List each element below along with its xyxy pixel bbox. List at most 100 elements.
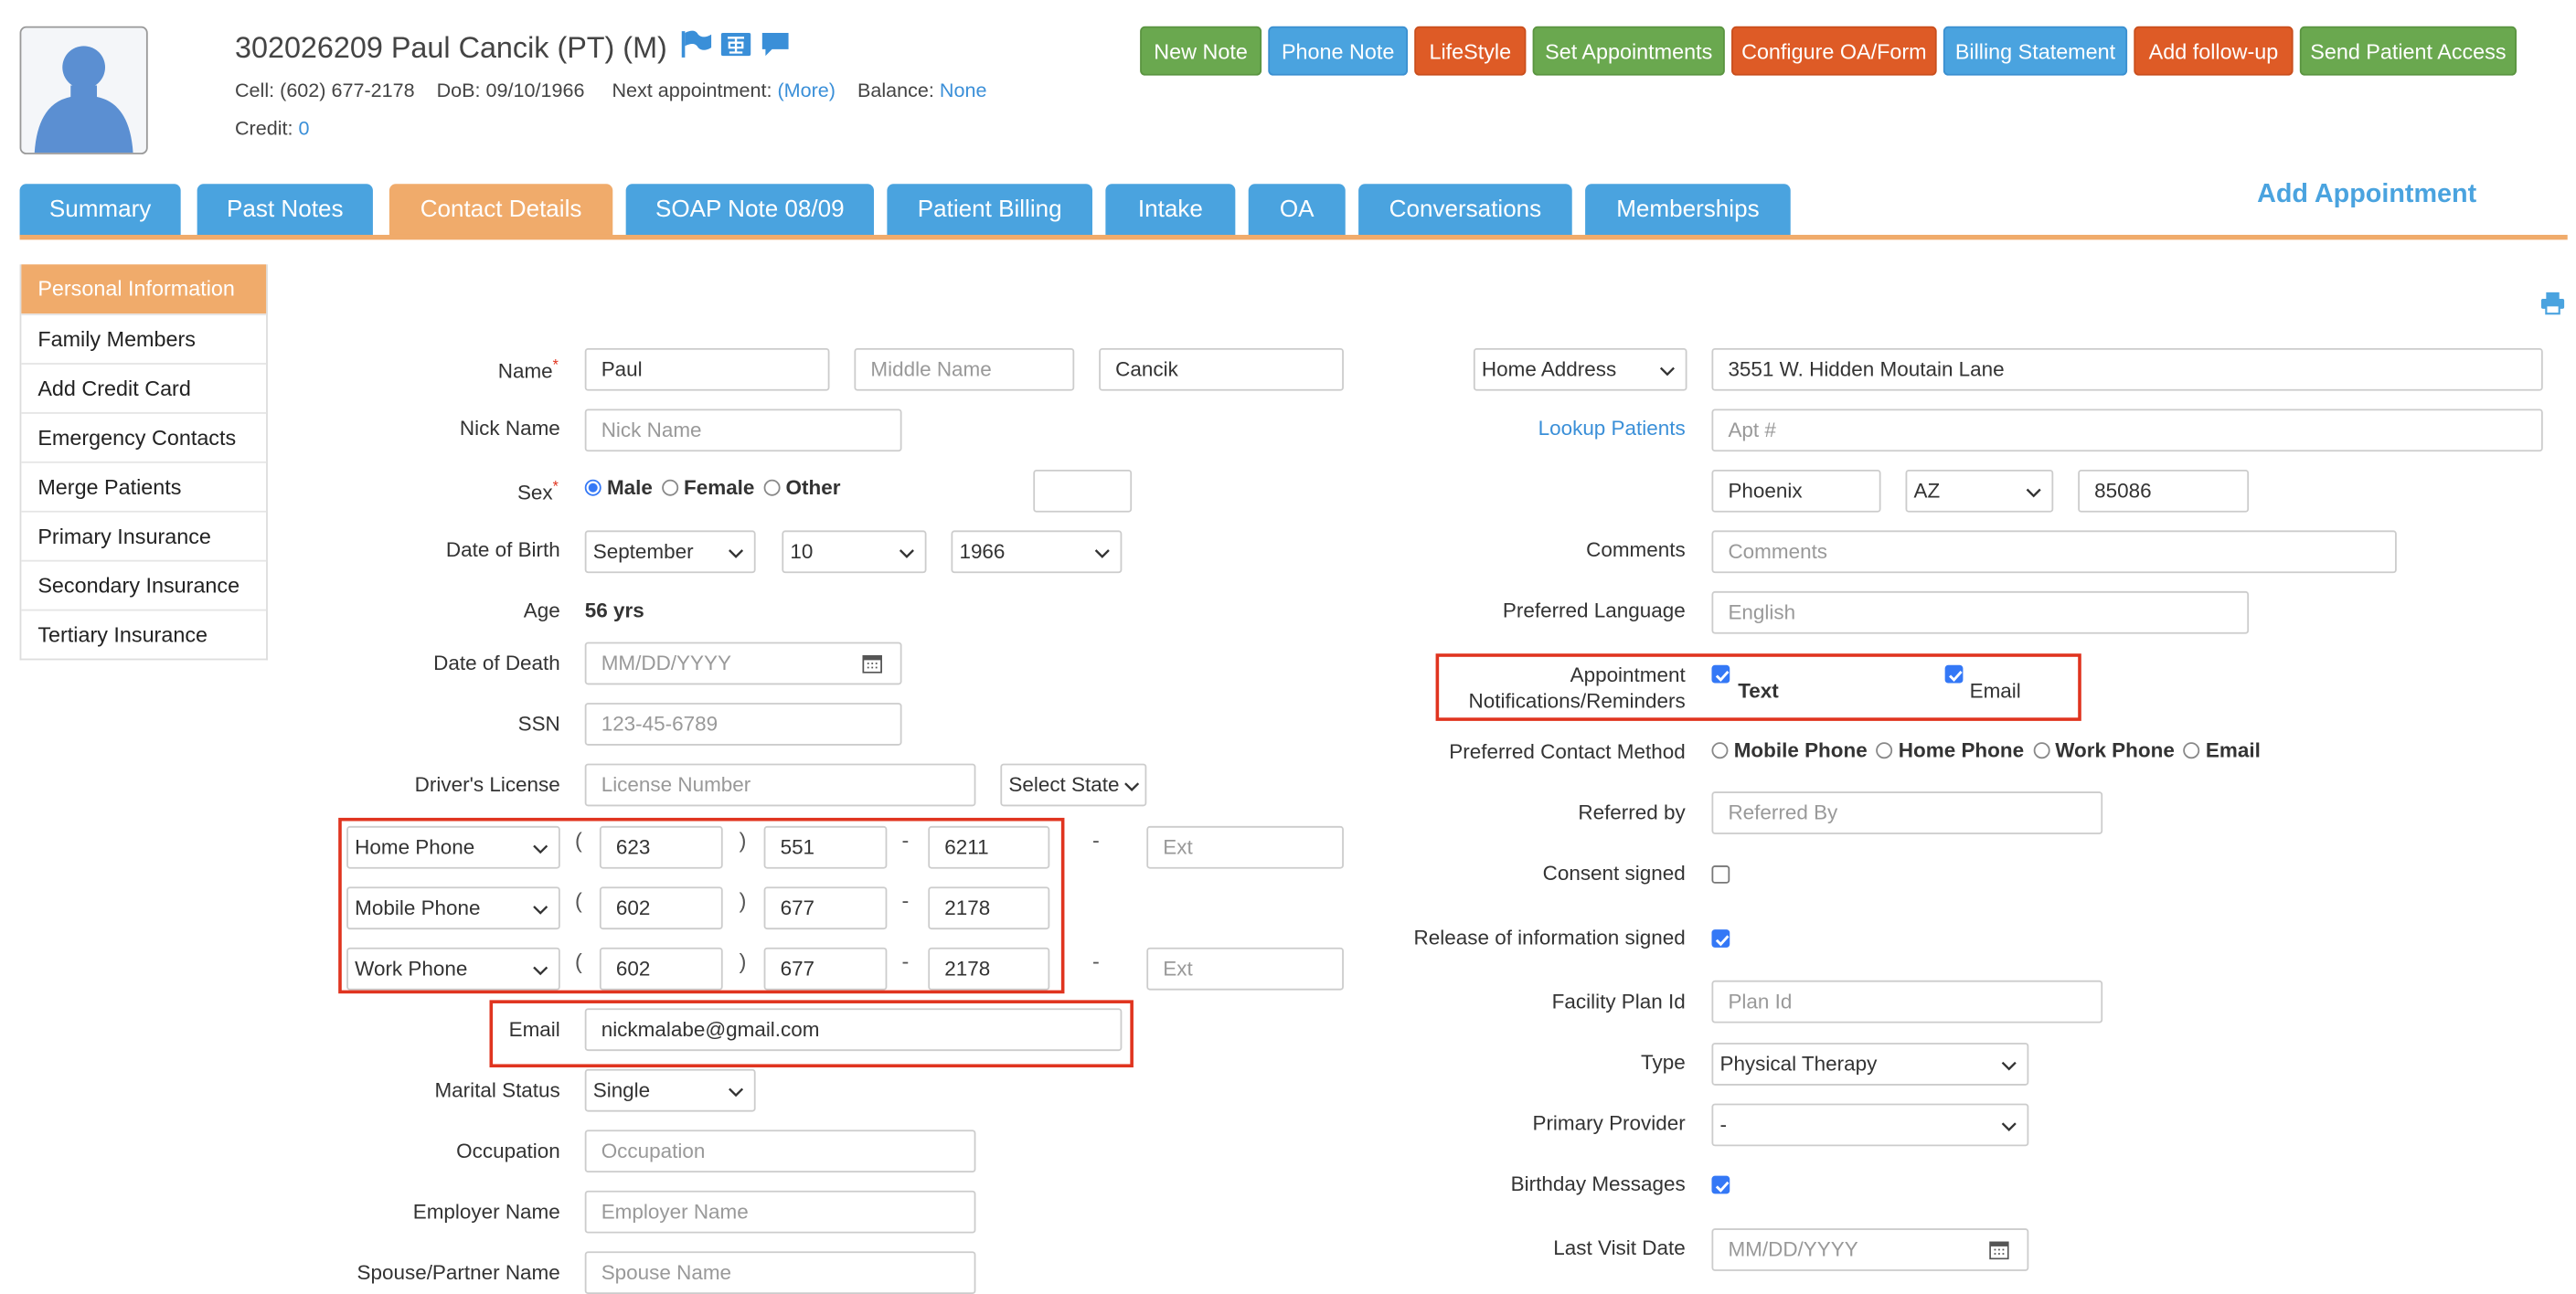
marital-status-select[interactable]: Single xyxy=(584,1068,756,1112)
sex-radio-group: Male Female Other xyxy=(584,476,844,500)
configure-oa-form-button[interactable]: Configure OA/Form xyxy=(1731,26,1937,76)
contact-mobile-radio[interactable] xyxy=(1711,742,1729,759)
tab-soap-note[interactable]: SOAP Note 08/09 xyxy=(625,184,875,237)
lookup-patients-link[interactable]: Lookup Patients xyxy=(1538,417,1686,440)
sex-male-radio[interactable] xyxy=(584,479,601,496)
add-follow-up-button[interactable]: Add follow-up xyxy=(2134,26,2294,76)
chevron-down-icon xyxy=(1094,549,1110,558)
facility-plan-id-input[interactable] xyxy=(1711,980,2103,1024)
sidebar-item-merge-patients[interactable]: Merge Patients xyxy=(21,461,267,511)
comments-input[interactable] xyxy=(1711,530,2397,574)
cell-value: (602) 677-2178 xyxy=(280,79,415,102)
age-value: 56 yrs xyxy=(584,599,644,623)
cell-label: Cell: xyxy=(234,79,275,102)
credit-value[interactable]: 0 xyxy=(298,117,309,140)
credit-line: Credit: 0 xyxy=(235,117,310,140)
chat-icon[interactable] xyxy=(759,29,792,67)
occupation-input[interactable] xyxy=(584,1130,976,1173)
sidebar-item-personal-information[interactable]: Personal Information xyxy=(21,264,267,314)
tab-summary[interactable]: Summary xyxy=(19,184,181,237)
occupation-label: Occupation xyxy=(456,1140,560,1163)
credit-label: Credit: xyxy=(234,116,293,140)
tab-contact-details[interactable]: Contact Details xyxy=(389,184,613,237)
employer-name-input[interactable] xyxy=(584,1190,976,1234)
sex-female-radio[interactable] xyxy=(661,479,678,496)
language-icon[interactable] xyxy=(719,29,752,67)
state-select[interactable]: AZ xyxy=(1905,469,2054,513)
primary-provider-select[interactable]: - xyxy=(1711,1103,2029,1147)
phones-highlight-box xyxy=(338,817,1065,994)
contact-work-radio[interactable] xyxy=(2032,742,2049,759)
balance-value[interactable]: None xyxy=(940,79,987,101)
nick-name-input[interactable] xyxy=(584,408,902,452)
sidebar-item-secondary-insurance[interactable]: Secondary Insurance xyxy=(21,559,267,610)
dob-day-select[interactable]: 10 xyxy=(782,530,927,574)
next-appointment-more-link[interactable]: (More) xyxy=(777,79,836,101)
birthday-messages-checkbox[interactable] xyxy=(1711,1175,1730,1194)
patient-avatar xyxy=(19,26,148,154)
sidebar-item-add-credit-card[interactable]: Add Credit Card xyxy=(21,363,267,412)
send-patient-access-button[interactable]: Send Patient Access xyxy=(2299,26,2517,76)
consent-signed-checkbox[interactable] xyxy=(1711,865,1730,884)
license-state-select[interactable]: Select State xyxy=(1000,763,1147,807)
add-appointment-link[interactable]: Add Appointment xyxy=(2257,181,2476,210)
release-info-checkbox[interactable] xyxy=(1711,929,1730,948)
apt-input[interactable] xyxy=(1711,408,2543,452)
contact-home-radio[interactable] xyxy=(1876,742,1893,759)
preferred-language-input[interactable] xyxy=(1711,590,2250,634)
nick-name-label: Nick Name xyxy=(459,417,560,440)
drivers-license-input[interactable] xyxy=(584,763,976,807)
new-note-button[interactable]: New Note xyxy=(1140,26,1262,76)
calendar-icon[interactable] xyxy=(862,653,882,674)
chevron-down-icon xyxy=(1124,782,1140,792)
last-visit-date-input[interactable] xyxy=(1711,1228,2029,1271)
contact-email-radio[interactable] xyxy=(2183,742,2200,759)
ssn-label: SSN xyxy=(517,712,560,737)
calendar-icon[interactable] xyxy=(1989,1240,2009,1260)
print-icon[interactable] xyxy=(2539,291,2566,320)
marital-status-label: Marital Status xyxy=(434,1078,560,1102)
tab-patient-billing[interactable]: Patient Billing xyxy=(887,184,1093,237)
zip-input[interactable] xyxy=(2078,469,2250,513)
set-appointments-button[interactable]: Set Appointments xyxy=(1532,26,1725,76)
last-name-input[interactable] xyxy=(1099,347,1344,391)
type-select[interactable]: Physical Therapy xyxy=(1711,1043,2029,1086)
sidebar-item-family-members[interactable]: Family Members xyxy=(21,313,267,363)
notifications-highlight-box xyxy=(1435,653,2081,721)
first-name-input[interactable] xyxy=(584,347,830,391)
address-input[interactable] xyxy=(1711,347,2543,391)
lifestyle-button[interactable]: LifeStyle xyxy=(1414,26,1527,76)
middle-name-input[interactable] xyxy=(854,347,1075,391)
tab-past-notes[interactable]: Past Notes xyxy=(197,184,373,237)
last-visit-date-label: Last Visit Date xyxy=(1553,1236,1686,1260)
patient-title: 302026209 Paul Cancik (PT) (M) xyxy=(235,29,792,67)
billing-statement-button[interactable]: Billing Statement xyxy=(1943,26,2128,76)
city-input[interactable] xyxy=(1711,469,1881,513)
ssn-input[interactable] xyxy=(584,703,902,746)
date-of-death-label: Date of Death xyxy=(433,652,560,675)
sidebar-item-tertiary-insurance[interactable]: Tertiary Insurance xyxy=(21,609,267,659)
sex-extra-input[interactable] xyxy=(1033,469,1133,513)
sidebar-item-primary-insurance[interactable]: Primary Insurance xyxy=(21,510,267,560)
tab-memberships[interactable]: Memberships xyxy=(1585,184,1791,237)
chevron-down-icon xyxy=(899,549,914,558)
sex-female-label: Female xyxy=(684,476,755,500)
work-phone-ext-input[interactable] xyxy=(1146,947,1344,991)
referred-by-input[interactable] xyxy=(1711,791,2103,834)
sex-male-label: Male xyxy=(606,476,653,500)
phone-note-button[interactable]: Phone Note xyxy=(1268,26,1409,76)
dob-year-select[interactable]: 1966 xyxy=(951,530,1123,574)
flag-icon[interactable] xyxy=(680,29,713,67)
sex-other-radio[interactable] xyxy=(763,479,781,496)
date-of-death-input[interactable] xyxy=(584,642,902,685)
sex-other-label: Other xyxy=(785,476,841,500)
tab-oa[interactable]: OA xyxy=(1248,184,1346,237)
address-type-select[interactable]: Home Address xyxy=(1473,347,1687,391)
home-phone-ext-input[interactable] xyxy=(1146,825,1344,869)
dob-month-select[interactable]: September xyxy=(584,530,756,574)
next-appointment-label: Next appointment: xyxy=(612,79,772,102)
sidebar-item-emergency-contacts[interactable]: Emergency Contacts xyxy=(21,412,267,461)
tab-intake[interactable]: Intake xyxy=(1105,184,1236,237)
tab-conversations[interactable]: Conversations xyxy=(1358,184,1572,237)
spouse-name-input[interactable] xyxy=(584,1251,976,1294)
